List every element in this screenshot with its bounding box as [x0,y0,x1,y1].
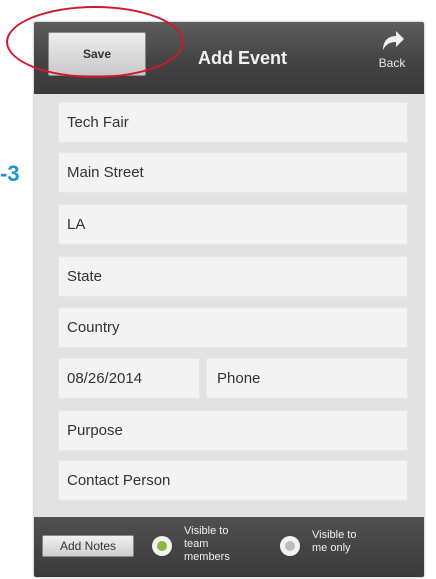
phone-screen: Save Add Event Back Tech Fair Main Stree… [34,22,424,577]
radio-selected-dot [157,541,167,551]
visible-to-me-label: Visible to me only [312,529,357,554]
back-label: Back [378,56,406,70]
add-notes-button[interactable]: Add Notes [42,535,134,557]
date-field[interactable]: 08/26/2014 [58,358,200,399]
purpose-field[interactable]: Purpose [58,410,408,451]
phone-field[interactable]: Phone [206,358,408,399]
event-name-field[interactable]: Tech Fair [58,102,408,143]
back-button[interactable]: Back [372,28,412,88]
save-button[interactable]: Save [48,32,146,76]
page-title: Add Event [198,48,288,68]
street-field[interactable]: Main Street [58,152,408,193]
top-bar: Save Add Event Back [34,22,424,94]
step-marker: -3 [0,161,20,186]
event-form: Tech Fair Main Street LA State Country 0… [34,94,424,544]
bottom-bar: Add Notes Visible to team members Visibl… [34,517,424,577]
state-field[interactable]: State [58,256,408,297]
country-field[interactable]: Country [58,307,408,348]
visible-to-team-radio[interactable] [152,536,172,556]
visible-to-team-label: Visible to team members [184,525,230,563]
visible-to-me-radio[interactable] [280,536,300,556]
radio-unselected-dot [285,541,295,551]
city-field[interactable]: LA [58,204,408,245]
back-arrow-icon [383,31,404,50]
contact-person-field[interactable]: Contact Person [58,460,408,501]
